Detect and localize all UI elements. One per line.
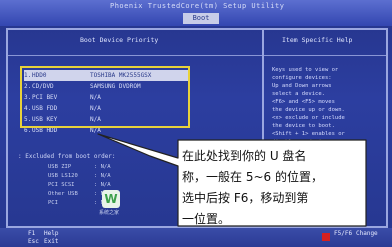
bios-screen: Phoenix TrustedCore(tm) Setup Utility Bo… — [0, 0, 392, 247]
callout-line-2: 称，一般在 5~6 的位置， — [182, 170, 323, 184]
callout-line-1: 在此处找到你的 U 盘名 — [182, 149, 307, 163]
callout-line-3: 选中后按 F6，移动到第 — [182, 191, 309, 205]
callout-text: 在此处找到你的 U 盘名 称，一般在 5~6 的位置， 选中后按 F6，移动到第… — [182, 146, 358, 230]
callout-line-4: 一位置。 — [182, 212, 231, 226]
